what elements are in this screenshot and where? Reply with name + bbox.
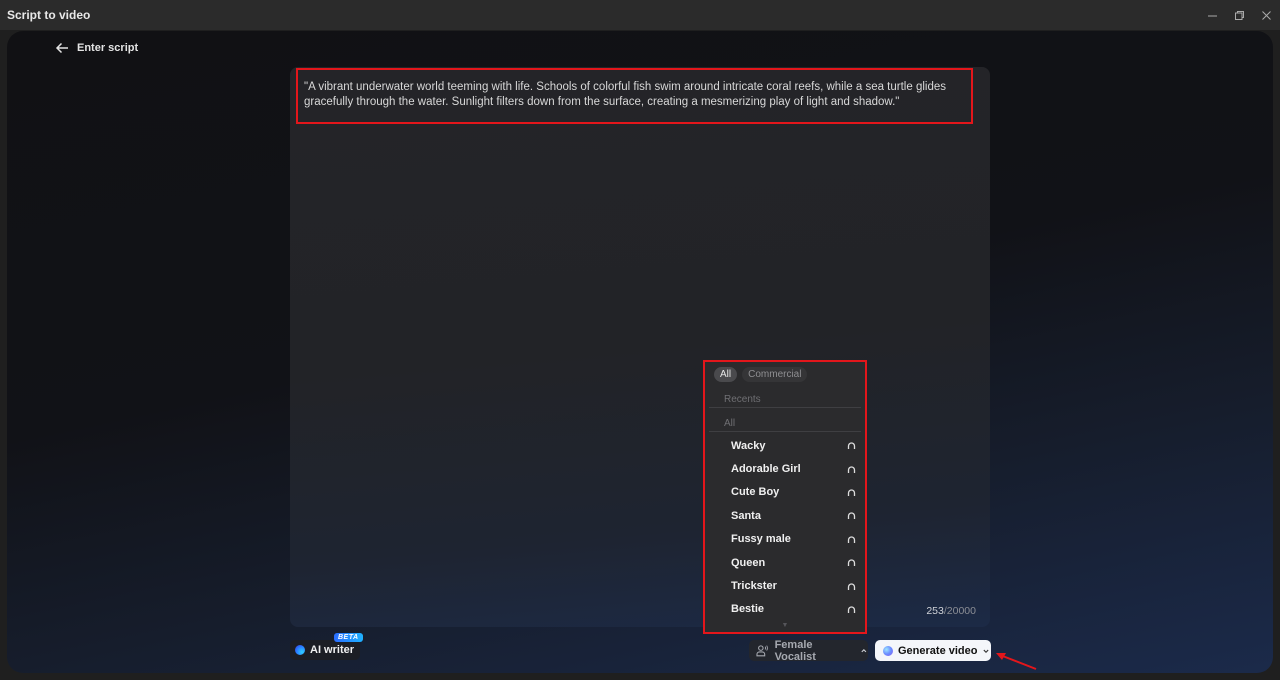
headphones-icon[interactable] (847, 441, 856, 450)
char-limit: /20000 (943, 605, 976, 617)
headphones-icon[interactable] (847, 605, 856, 614)
script-highlight-box: "A vibrant underwater world teeming with… (296, 68, 973, 124)
voice-item[interactable]: Santa (705, 504, 865, 527)
voice-name: Cute Boy (731, 486, 780, 499)
minimize-icon (1208, 15, 1217, 16)
headphones-icon[interactable] (847, 558, 856, 567)
voice-name: Santa (731, 509, 761, 522)
restore-icon (1235, 10, 1244, 20)
voice-item[interactable]: Bestie (705, 598, 865, 621)
section-recents: Recents (709, 388, 861, 408)
filter-chip-all[interactable]: All (714, 367, 738, 382)
headphones-icon[interactable] (847, 511, 856, 520)
close-button[interactable] (1253, 0, 1280, 30)
beta-badge: BETA (334, 633, 363, 642)
voice-item[interactable]: Adorable Girl (705, 457, 865, 480)
chevron-down-icon[interactable] (982, 647, 990, 655)
generate-icon (883, 645, 893, 656)
filter-chip-commercial[interactable]: Commercial (742, 367, 808, 382)
minimize-button[interactable] (1199, 0, 1226, 30)
voice-selected-label: Female Vocalist (774, 638, 816, 663)
char-count: 253 (926, 605, 944, 617)
voice-name: Wacky (731, 439, 766, 452)
ai-writer-button[interactable]: AI writer BETA (290, 633, 363, 660)
voice-item[interactable]: Cute Boy (705, 481, 865, 504)
headphones-icon[interactable] (847, 465, 856, 474)
voice-name: Fussy male (731, 533, 791, 546)
generate-video-button[interactable]: Generate video (875, 640, 991, 661)
title-bar: Script to video (0, 0, 1280, 30)
voice-item[interactable]: Wacky (705, 434, 865, 457)
headphones-icon[interactable] (847, 488, 856, 497)
window-title: Script to video (7, 8, 91, 22)
script-editor[interactable]: "A vibrant underwater world teeming with… (290, 67, 990, 627)
voice-item[interactable]: Queen (705, 551, 865, 574)
script-text[interactable]: "A vibrant underwater world teeming with… (304, 80, 965, 110)
back-label: Enter script (77, 42, 139, 54)
chevron-up-icon (861, 648, 867, 652)
scroll-down-icon[interactable]: ▼ (705, 622, 865, 629)
headphones-icon[interactable] (847, 535, 856, 544)
restore-button[interactable] (1226, 0, 1253, 30)
generate-label: Generate video (898, 644, 978, 657)
headphones-icon[interactable] (847, 582, 856, 591)
annotation-arrow (996, 653, 1037, 670)
close-icon (1262, 10, 1271, 20)
arrow-left-icon (55, 42, 68, 54)
section-all: All (709, 412, 861, 432)
back-button[interactable]: Enter script (55, 41, 138, 55)
character-counter: 253/20000 (926, 605, 976, 617)
voice-select-button[interactable]: Female Vocalist (749, 638, 868, 663)
main-stage: Enter script "A vibrant underwater world… (7, 31, 1273, 673)
voice-dropdown: All Commercial Recents All Wacky Adorabl… (703, 360, 867, 634)
voice-list: Wacky Adorable Girl Cute Boy Santa Fussy… (705, 432, 865, 621)
voice-person-icon (756, 645, 768, 657)
voice-name: Bestie (731, 603, 765, 616)
voice-name: Adorable Girl (731, 463, 801, 476)
ai-writer-label: AI writer (310, 644, 355, 656)
voice-name: Trickster (731, 580, 777, 593)
voice-name: Queen (731, 556, 766, 569)
voice-item[interactable]: Fussy male (705, 528, 865, 551)
voice-item[interactable]: Trickster (705, 574, 865, 597)
ai-writer-icon (295, 645, 305, 655)
